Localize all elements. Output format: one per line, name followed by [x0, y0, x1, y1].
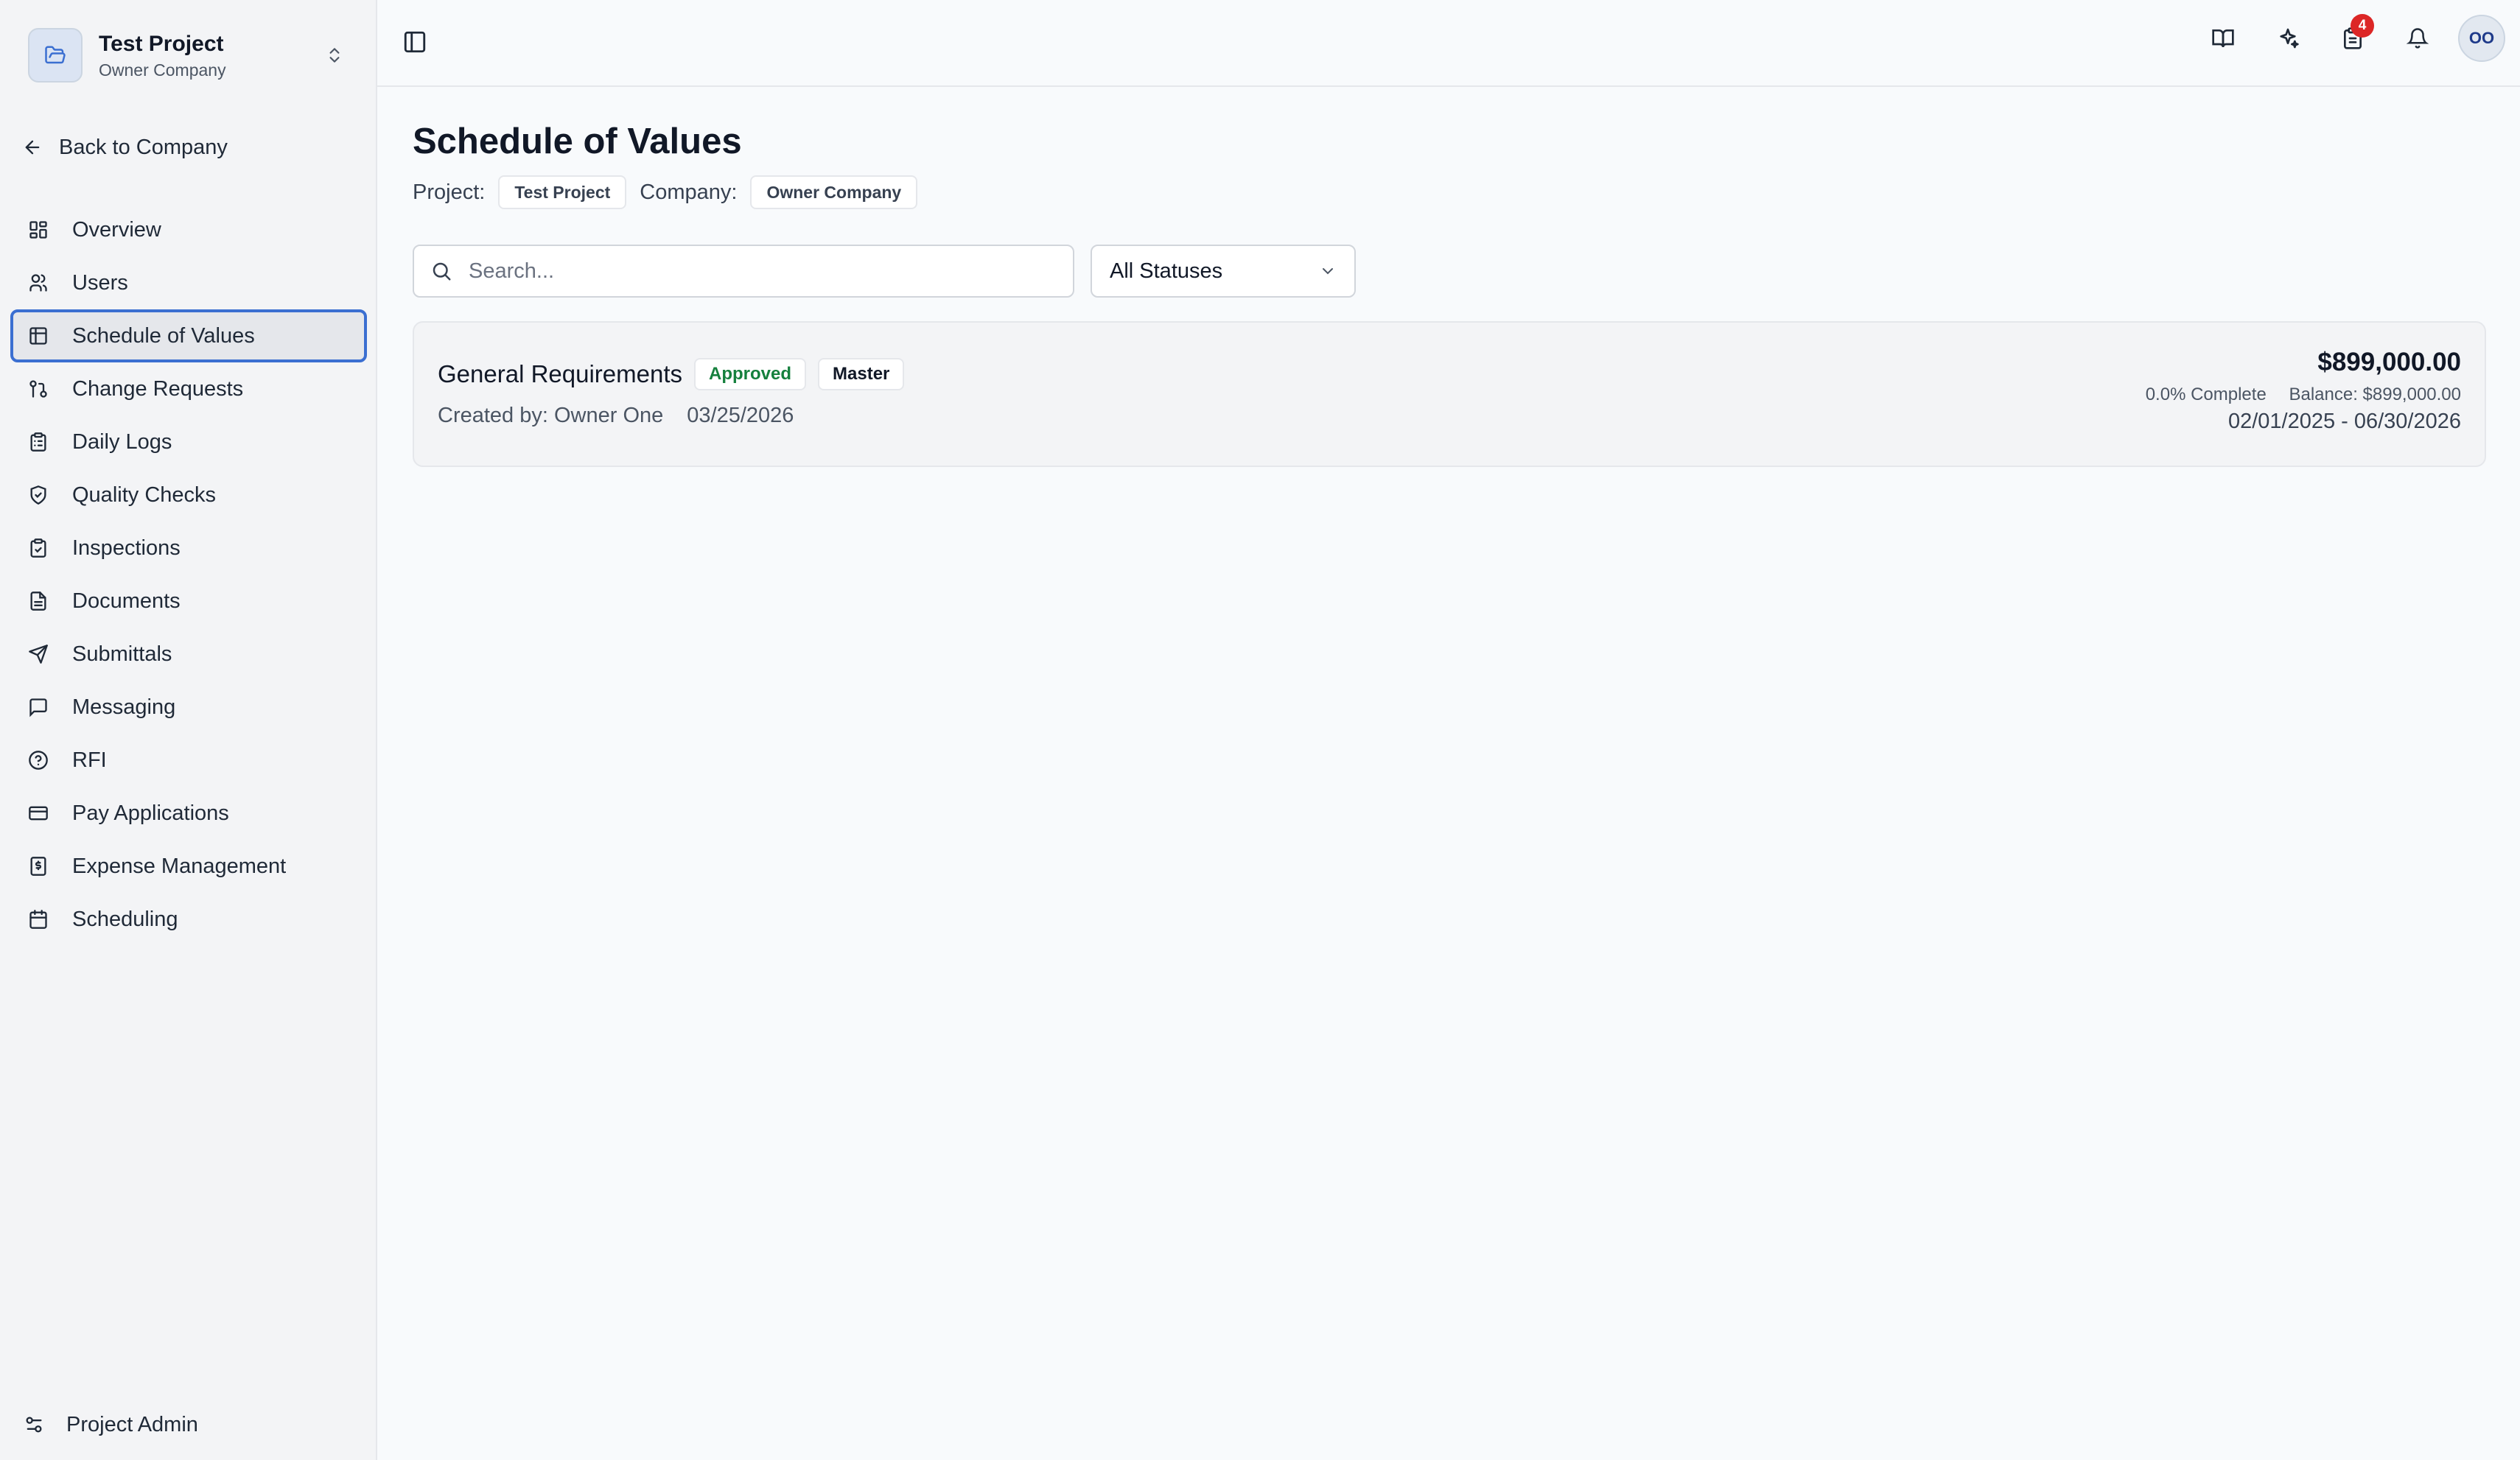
project-chip: Test Project — [498, 175, 627, 209]
sidebar-item-expense-management[interactable]: Expense Management — [10, 840, 367, 893]
page-meta: Project: Test Project Company: Owner Com… — [413, 175, 931, 209]
docs-button[interactable] — [2200, 15, 2246, 61]
sov-item-progress: 0.0% Complete Balance: $899,000.00 — [2146, 385, 2461, 405]
chevron-down-icon — [1323, 268, 1333, 275]
sidebar-item-change-requests[interactable]: Change Requests — [10, 362, 367, 415]
sidebar-item-pay-applications[interactable]: Pay Applications — [10, 787, 367, 840]
sidebar-item-label: RFI — [72, 748, 107, 772]
status-badge: Approved — [694, 358, 807, 390]
ai-assistant-button[interactable] — [2265, 15, 2311, 61]
search-input[interactable] — [469, 259, 1043, 284]
sov-list-item[interactable]: General Requirements Approved Master Cre… — [413, 321, 2486, 467]
sov-item-created-date: 03/25/2026 — [687, 404, 794, 427]
sidebar-item-label: Submittals — [72, 642, 172, 666]
users-icon — [27, 271, 50, 295]
project-admin-link[interactable]: Project Admin — [24, 1407, 198, 1442]
sov-item-summary: $899,000.00 0.0% Complete Balance: $899,… — [2146, 348, 2461, 434]
sidebar-item-label: Change Requests — [72, 376, 244, 401]
sidebar-toggle-button[interactable] — [402, 29, 429, 56]
project-switcher[interactable]: Test Project Owner Company — [28, 27, 349, 84]
status-filter-select[interactable]: All Statuses — [1091, 245, 1356, 298]
clipboard-check-icon — [27, 536, 50, 560]
sov-item-meta: Created by: Owner One 03/25/2026 — [438, 404, 904, 428]
sidebar-item-label: Expense Management — [72, 854, 287, 878]
sidebar-item-label: Inspections — [72, 536, 181, 560]
sov-item-balance: Balance: $899,000.00 — [2289, 385, 2461, 404]
sidebar-item-quality-checks[interactable]: Quality Checks — [10, 468, 367, 522]
settings-sliders-icon — [26, 1417, 42, 1433]
topbar-actions: 4 OO — [2181, 14, 2505, 62]
type-badge: Master — [818, 358, 905, 390]
sov-item-created-by: Created by: Owner One — [438, 404, 664, 427]
project-name: Test Project — [99, 32, 224, 56]
dashboard-icon — [27, 218, 50, 242]
sidebar-item-inspections[interactable]: Inspections — [10, 522, 367, 575]
clipboard-list-icon — [27, 430, 50, 454]
file-text-icon — [27, 589, 50, 613]
table-icon — [27, 324, 50, 348]
project-switcher-text: Test Project Owner Company — [99, 29, 320, 81]
company-chip: Owner Company — [750, 175, 918, 209]
sov-item-date-range: 02/01/2025 - 06/30/2026 — [2227, 410, 2461, 433]
sidebar-item-submittals[interactable]: Submittals — [10, 628, 367, 681]
sidebar-item-label: Pay Applications — [72, 801, 229, 825]
back-to-company-label: Back to Company — [59, 135, 228, 159]
sidebar-item-label: Quality Checks — [72, 482, 217, 507]
calendar-icon — [27, 908, 50, 931]
sidebar-item-label: Messaging — [72, 695, 176, 719]
sidebar-item-label: Documents — [72, 589, 181, 613]
sidebar-item-scheduling[interactable]: Scheduling — [10, 893, 367, 946]
main-content: 4 OO Schedule of Values Project: Test Pr… — [377, 0, 2520, 1460]
search-box — [413, 245, 1074, 298]
tasks-button[interactable]: 4 — [2330, 14, 2376, 61]
bell-icon — [2407, 28, 2429, 49]
sidebar-item-schedule-of-values[interactable]: Schedule of Values — [10, 309, 367, 362]
sidebar-item-users[interactable]: Users — [10, 256, 367, 309]
sov-item-amount: $899,000.00 — [2317, 348, 2461, 376]
chevrons-up-down-icon — [320, 41, 349, 70]
search-icon — [433, 262, 451, 281]
project-admin-label: Project Admin — [66, 1412, 198, 1436]
status-filter-value: All Statuses — [1110, 259, 1223, 283]
app-root: Test Project Owner Company Back to Compa… — [0, 0, 2520, 1460]
company-label: Company: — [640, 180, 738, 204]
notifications-button[interactable] — [2395, 15, 2440, 61]
sidebar-item-daily-logs[interactable]: Daily Logs — [10, 415, 367, 468]
sidebar-item-label: Overview — [72, 217, 161, 242]
receipt-icon — [27, 854, 50, 878]
project-company: Owner Company — [99, 60, 226, 80]
sparkles-icon — [2280, 28, 2299, 49]
shield-check-icon — [27, 483, 50, 507]
sov-item-name: General Requirements — [438, 360, 682, 387]
sidebar-item-rfi[interactable]: RFI — [10, 734, 367, 787]
sov-item-title-row: General Requirements Approved Master — [438, 358, 905, 390]
sidebar-item-messaging[interactable]: Messaging — [10, 681, 367, 734]
sov-item-info: General Requirements Approved Master Cre… — [438, 358, 905, 428]
sidebar-item-label: Schedule of Values — [72, 323, 255, 348]
sidebar-item-documents[interactable]: Documents — [10, 575, 367, 628]
sidebar-nav: Overview Users Schedule of Values Change… — [10, 203, 367, 946]
panel-left-icon — [404, 31, 426, 53]
sidebar-item-label: Users — [72, 270, 128, 295]
help-circle-icon — [27, 748, 50, 772]
credit-card-icon — [27, 801, 50, 825]
git-compare-icon — [27, 377, 50, 401]
project-label: Project: — [413, 180, 486, 204]
send-icon — [27, 642, 50, 666]
topbar: 4 OO — [377, 0, 2520, 87]
sidebar-item-label: Scheduling — [72, 907, 178, 931]
page-title: Schedule of Values — [413, 122, 742, 161]
folder-open-icon — [28, 28, 83, 83]
sidebar-item-overview[interactable]: Overview — [10, 203, 367, 256]
message-square-icon — [27, 695, 50, 719]
arrow-left-icon — [25, 140, 40, 155]
tasks-count-badge: 4 — [2351, 14, 2374, 38]
user-avatar-button[interactable]: OO — [2458, 15, 2505, 62]
book-open-icon — [2212, 29, 2234, 48]
back-to-company-link[interactable]: Back to Company — [22, 130, 228, 165]
sov-item-percent-complete: 0.0% Complete — [2145, 385, 2267, 404]
sidebar: Test Project Owner Company Back to Compa… — [0, 0, 377, 1460]
sidebar-item-label: Daily Logs — [72, 429, 172, 454]
